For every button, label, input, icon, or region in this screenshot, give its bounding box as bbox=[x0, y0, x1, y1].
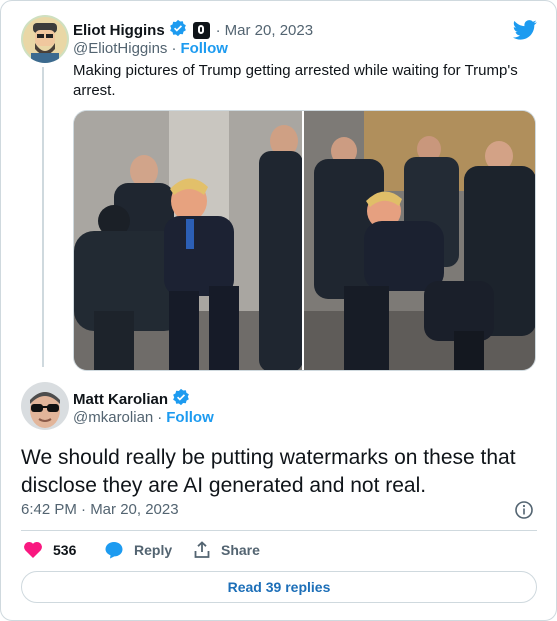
share-icon bbox=[194, 541, 210, 558]
verified-badge-icon bbox=[172, 388, 190, 411]
matt-karolian-avatar[interactable] bbox=[21, 382, 69, 430]
reply-label: Reply bbox=[134, 542, 173, 558]
like-count: 536 bbox=[53, 542, 77, 558]
eliot-higgins-avatar[interactable] bbox=[21, 15, 69, 63]
follow-button[interactable]: Follow bbox=[180, 40, 228, 57]
reply-button[interactable]: Reply bbox=[104, 541, 172, 559]
reply-tweet-text: We should really be putting watermarks o… bbox=[21, 446, 516, 497]
author-name[interactable]: Eliot Higgins bbox=[73, 22, 165, 39]
info-icon[interactable] bbox=[514, 500, 534, 525]
dot-separator: · bbox=[157, 409, 163, 426]
author-handle[interactable]: @EliotHiggins bbox=[73, 40, 167, 57]
reply-author-handle[interactable]: @mkarolian bbox=[73, 409, 153, 426]
dot-separator: · bbox=[171, 40, 177, 57]
share-label: Share bbox=[221, 542, 260, 558]
reply-follow-button[interactable]: Follow bbox=[166, 409, 214, 426]
thread-connector-line bbox=[42, 67, 44, 367]
reply-author-name[interactable]: Matt Karolian bbox=[73, 391, 168, 408]
read-replies-button[interactable]: Read 39 replies bbox=[21, 571, 537, 603]
divider bbox=[21, 530, 537, 531]
original-tweet-text: Making pictures of Trump getting arreste… bbox=[73, 62, 518, 99]
handle-line: @EliotHiggins · Follow bbox=[73, 40, 228, 57]
dot-separator: · bbox=[215, 22, 221, 39]
tweet-date[interactable]: Mar 20, 2023 bbox=[225, 22, 313, 39]
reply-bubble-icon bbox=[105, 542, 123, 559]
media-image-2[interactable] bbox=[304, 111, 535, 370]
tweet-media-grid bbox=[73, 110, 536, 371]
reply-handle-line: @mkarolian · Follow bbox=[73, 409, 214, 426]
reply-timestamp[interactable]: 6:42 PM · Mar 20, 2023 bbox=[21, 501, 179, 518]
affiliation-badge-icon[interactable] bbox=[192, 22, 210, 39]
heart-icon bbox=[24, 541, 42, 558]
share-button[interactable]: Share bbox=[193, 541, 260, 559]
author-line: Eliot Higgins · Mar 20, 2023 bbox=[73, 19, 313, 42]
reply-author-line: Matt Karolian bbox=[73, 388, 190, 411]
twitter-bird-icon[interactable] bbox=[512, 20, 537, 45]
media-image-1[interactable] bbox=[74, 111, 303, 370]
verified-badge-icon bbox=[169, 19, 187, 42]
tweet-embed-card: Eliot Higgins · Mar 20, 2023 @EliotHiggi… bbox=[0, 0, 557, 621]
like-button[interactable]: 536 bbox=[23, 541, 76, 559]
